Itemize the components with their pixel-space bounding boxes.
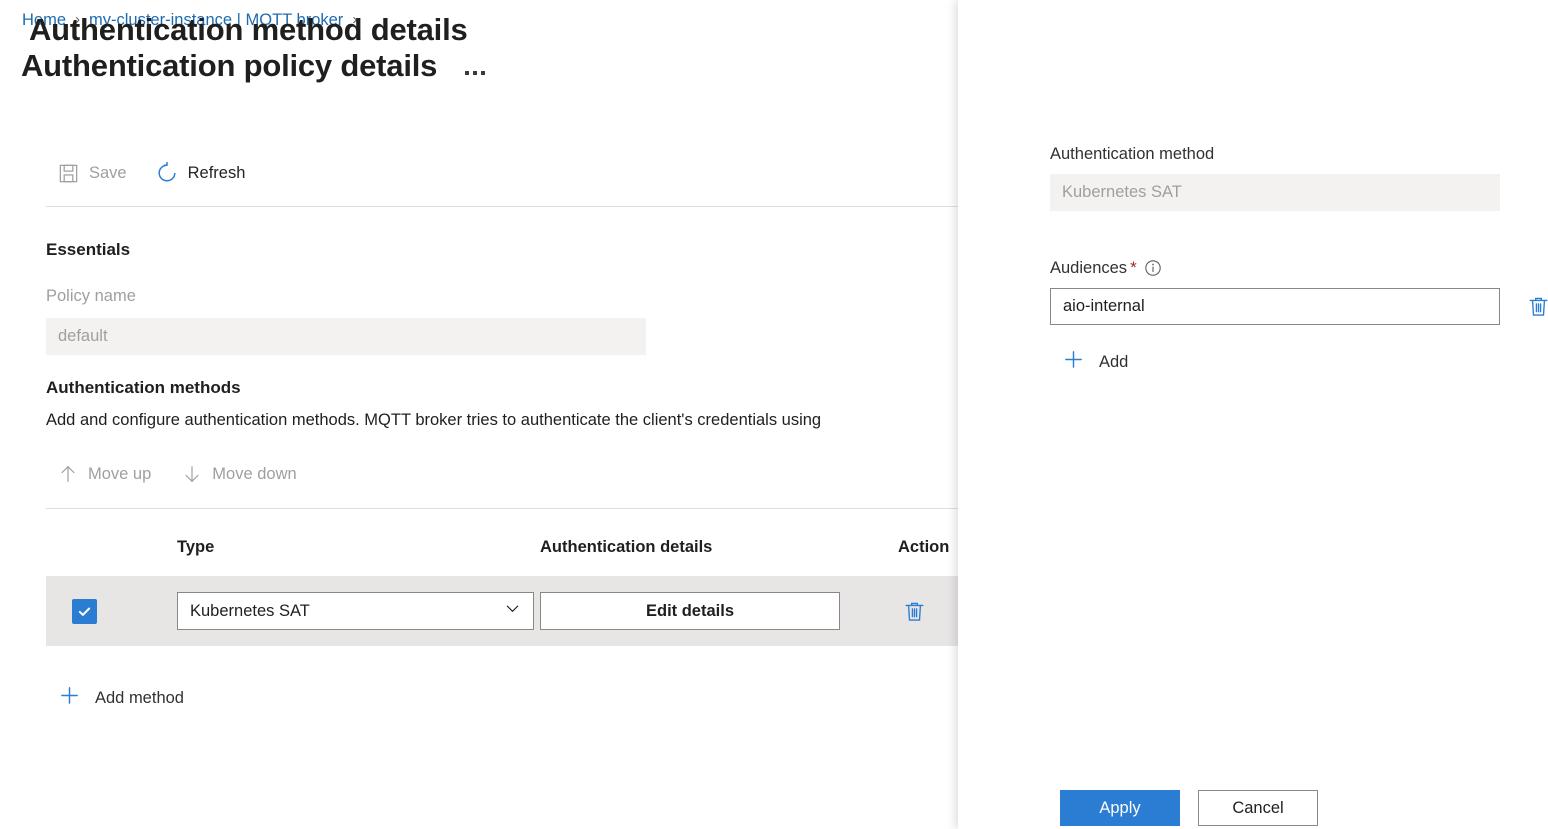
row-type-cell: Kubernetes SAT [134, 592, 540, 630]
info-icon[interactable] [1144, 259, 1162, 277]
main-blade: Home › my-cluster-instance | MQTT broker… [0, 0, 958, 829]
auth-type-dropdown[interactable]: Kubernetes SAT [177, 592, 534, 630]
auth-method-label: Authentication method [1050, 145, 1214, 164]
audiences-label: Audiences * [1050, 258, 1162, 278]
apply-button[interactable]: Apply [1060, 790, 1180, 826]
move-down-label: Move down [212, 465, 296, 484]
authentication-method-details-panel [958, 0, 1548, 829]
chevron-down-icon [504, 600, 521, 622]
table-header-action: Action [870, 538, 958, 557]
policy-name-input [46, 318, 646, 355]
row-action-cell [870, 595, 958, 627]
plus-icon [1062, 348, 1085, 376]
table-row: Kubernetes SAT Edit details [46, 576, 958, 646]
auth-methods-description: Add and configure authentication methods… [46, 411, 958, 430]
table-header-type: Type [134, 538, 540, 557]
row-details-cell: Edit details [540, 592, 870, 630]
move-up-button[interactable]: Move up [46, 455, 162, 493]
save-label: Save [89, 164, 127, 183]
audiences-label-text: Audiences [1050, 259, 1127, 278]
command-bar: Save Refresh [46, 152, 256, 194]
refresh-button[interactable]: Refresh [144, 154, 257, 192]
auth-method-label-text: Authentication method [1050, 145, 1214, 164]
arrow-up-icon [57, 463, 79, 485]
move-toolbar: Move up Move down [46, 455, 308, 493]
row-checkbox[interactable] [72, 599, 97, 624]
audiences-input[interactable] [1050, 288, 1500, 325]
audiences-row [1050, 288, 1548, 325]
table-header-details: Authentication details [540, 538, 870, 557]
auth-method-readonly-field [1050, 174, 1500, 211]
refresh-icon [155, 161, 179, 185]
edit-details-button[interactable]: Edit details [540, 592, 840, 630]
add-method-label: Add method [95, 689, 184, 708]
table-header-row: Type Authentication details Action [46, 518, 958, 576]
row-select-cell [46, 599, 134, 624]
refresh-label: Refresh [188, 164, 246, 183]
arrow-down-icon [181, 463, 203, 485]
essentials-heading: Essentials [46, 240, 130, 260]
save-button[interactable]: Save [46, 154, 138, 192]
methods-table-divider [46, 508, 958, 509]
move-up-label: Move up [88, 465, 151, 484]
required-marker: * [1130, 258, 1137, 278]
delete-icon[interactable] [1522, 291, 1548, 323]
plus-icon [58, 684, 81, 712]
save-icon [57, 162, 80, 185]
add-method-button[interactable]: Add method [58, 684, 184, 712]
delete-icon[interactable] [898, 595, 930, 627]
command-bar-divider [46, 206, 958, 207]
auth-methods-heading: Authentication methods [46, 378, 241, 398]
portal-page: Home › my-cluster-instance | MQTT broker… [0, 0, 1548, 829]
add-audience-button[interactable]: Add [1062, 348, 1128, 376]
panel-title: Authentication method details [29, 8, 468, 52]
add-audience-label: Add [1099, 353, 1128, 372]
auth-type-value: Kubernetes SAT [190, 602, 310, 621]
move-down-button[interactable]: Move down [170, 455, 307, 493]
panel-footer: Apply Cancel [1060, 790, 1318, 826]
overflow-menu-icon[interactable] [465, 51, 485, 81]
auth-methods-table: Type Authentication details Action Kuber… [46, 518, 958, 646]
cancel-button[interactable]: Cancel [1198, 790, 1318, 826]
policy-name-label: Policy name [46, 287, 136, 306]
